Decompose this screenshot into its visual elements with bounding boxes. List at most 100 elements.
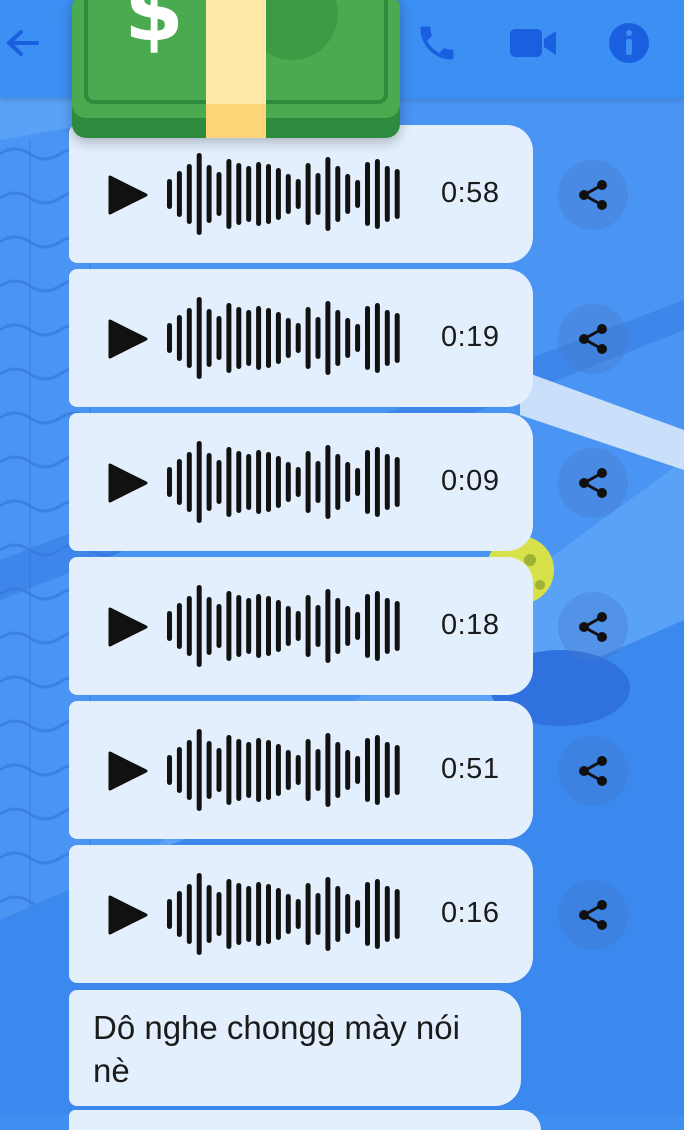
waveform-bar [384,886,390,942]
waveform-bar [246,886,252,942]
waveform[interactable] [165,583,403,669]
video-call-button[interactable] [508,18,558,68]
waveform-bar [365,594,370,658]
waveform-bar [374,735,380,805]
waveform-bar [315,173,321,215]
waveform-bar [295,755,301,785]
waveform-bar [285,606,291,646]
video-camera-icon [510,29,556,57]
share-icon [579,180,607,210]
play-icon[interactable] [107,463,149,503]
waveform-bar [275,456,281,508]
voice-message: 0:19 [69,269,533,407]
waveform-bar [384,742,390,798]
share-button[interactable] [558,736,628,806]
waveform-bar [186,884,192,944]
share-button[interactable] [558,592,628,662]
waveform-bar [355,324,361,352]
waveform-bar [246,166,252,222]
waveform-bar [345,750,351,790]
waveform-bar [167,467,172,497]
waveform-bar [305,739,311,801]
waveform-bar [216,460,222,504]
voice-call-button[interactable] [412,18,462,68]
waveform-bar [186,164,192,224]
play-icon[interactable] [107,607,149,647]
waveform-bar [275,168,281,220]
share-button[interactable] [558,448,628,518]
waveform-bar [216,748,222,792]
waveform-bar [246,742,252,798]
waveform-bar [285,750,291,790]
waveform-bar [206,309,212,367]
back-button[interactable] [0,18,48,68]
waveform[interactable] [165,871,403,957]
info-icon [609,23,649,63]
waveform-bar [374,159,380,229]
share-button[interactable] [558,304,628,374]
phone-icon [420,26,454,60]
dollar-sign: $ [124,0,184,61]
waveform-bar [295,179,301,209]
waveform[interactable] [165,439,403,525]
waveform-bar [186,308,192,368]
waveform-bar [266,308,271,368]
waveform-bar [305,883,311,945]
waveform-bar [315,461,321,503]
voice-message: 0:51 [69,701,533,839]
waveform[interactable] [165,151,403,237]
waveform-bar [365,450,370,514]
waveform-bar [206,885,212,943]
waveform-bar [285,894,291,934]
waveform-bar [345,606,351,646]
share-icon [579,324,607,354]
share-button[interactable] [558,160,628,230]
waveform-bar [275,744,281,796]
waveform-bar [285,174,291,214]
waveform[interactable] [165,295,403,381]
waveform-bar [196,729,202,811]
waveform-bar [305,451,311,513]
share-icon [579,612,607,642]
waveform-bar [305,595,311,657]
waveform-bar [325,157,331,231]
waveform-bar [335,598,341,654]
money-bill-icon[interactable]: $ [72,0,400,138]
waveform-bar [226,159,232,229]
waveform-bar [167,899,172,929]
waveform-bar [285,462,291,502]
waveform-bar [226,303,232,373]
waveform-bar [196,153,202,235]
waveform-bar [206,165,212,223]
play-icon[interactable] [107,751,149,791]
waveform-bar [236,163,242,225]
play-icon[interactable] [107,895,149,935]
voice-message: 0:16 [69,845,533,983]
waveform-bar [176,603,182,649]
waveform-bar [295,467,301,497]
waveform-bar [256,882,262,946]
waveform-bar [365,306,370,370]
waveform-bar [315,749,321,791]
waveform-bar [325,877,331,951]
play-icon[interactable] [107,319,149,359]
waveform-bar [365,882,370,946]
waveform-bar [176,747,182,793]
voice-duration: 0:18 [441,609,500,641]
waveform-bar [226,447,232,517]
next-message-bubble[interactable] [69,1110,541,1130]
waveform-bar [335,454,341,510]
waveform-bar [196,873,202,955]
text-message-bubble[interactable]: Dô nghe chongg mày nói nè [69,990,521,1106]
waveform-bar [335,742,341,798]
waveform-bar [246,310,252,366]
conversation-info-button[interactable] [604,18,654,68]
play-icon[interactable] [107,175,149,215]
waveform-bar [315,893,321,935]
voice-duration: 0:09 [441,465,500,497]
voice-duration: 0:19 [441,321,500,353]
waveform-bar [345,174,351,214]
voice-message: 0:58 [69,125,533,263]
share-button[interactable] [558,880,628,950]
waveform[interactable] [165,727,403,813]
